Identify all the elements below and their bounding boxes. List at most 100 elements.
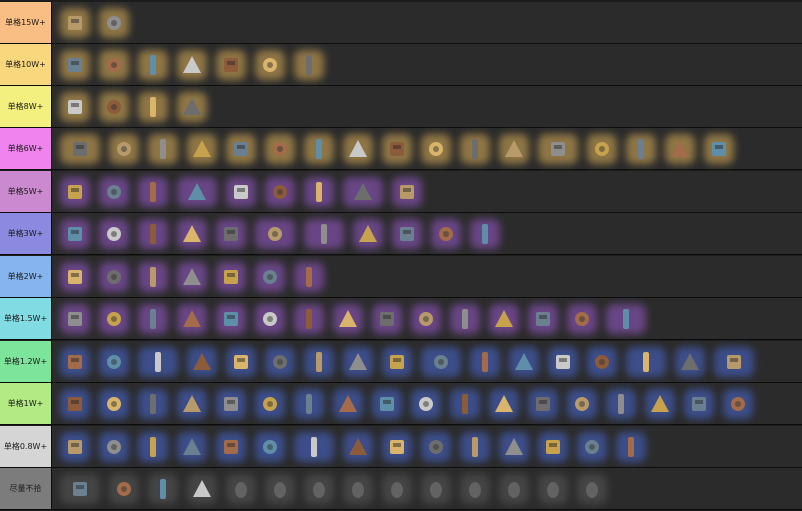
server-icon[interactable] [58, 132, 102, 166]
fork-icon[interactable] [97, 302, 131, 336]
map-icon[interactable] [380, 345, 414, 379]
sticker-icon[interactable] [575, 430, 609, 464]
car-battery-icon[interactable] [175, 302, 209, 336]
ghost-10-icon[interactable] [575, 472, 609, 506]
vial-icon[interactable] [185, 132, 219, 166]
tube-icon[interactable] [224, 175, 258, 209]
bottle-icon[interactable] [224, 132, 258, 166]
cross-icon[interactable] [224, 345, 258, 379]
lens-icon[interactable] [253, 217, 297, 251]
clock-icon[interactable] [253, 302, 287, 336]
cake-icon[interactable] [702, 132, 736, 166]
statue-icon[interactable] [341, 132, 375, 166]
gem-icon[interactable] [263, 132, 297, 166]
candle-icon[interactable] [302, 175, 336, 209]
panel-icon[interactable] [136, 345, 180, 379]
lighter-icon[interactable] [370, 387, 404, 421]
pyramid-icon[interactable] [468, 217, 502, 251]
toolbox-icon[interactable] [136, 387, 170, 421]
knife-icon[interactable] [97, 217, 131, 251]
tablet-icon[interactable] [175, 48, 209, 82]
ghost-8-icon[interactable] [497, 472, 531, 506]
pin-icon[interactable] [468, 345, 502, 379]
dagger-icon[interactable] [292, 260, 326, 294]
can-icon[interactable] [409, 302, 443, 336]
tray-icon[interactable] [263, 345, 297, 379]
trophy-icon[interactable] [214, 302, 248, 336]
cup-icon[interactable] [58, 345, 92, 379]
battery-icon[interactable] [497, 132, 531, 166]
bucket-icon[interactable] [409, 387, 443, 421]
binoculars-icon[interactable] [175, 217, 209, 251]
grill-icon[interactable] [487, 387, 521, 421]
board-icon[interactable] [302, 217, 346, 251]
pen-icon[interactable] [58, 260, 92, 294]
scroll-icon[interactable] [624, 345, 668, 379]
scope-icon[interactable] [331, 302, 365, 336]
jar-icon[interactable] [136, 302, 170, 336]
filter-icon[interactable] [185, 345, 219, 379]
hammer-icon[interactable] [331, 387, 365, 421]
bag-icon[interactable] [175, 175, 219, 209]
box-icon[interactable] [146, 132, 180, 166]
monitor-icon[interactable] [107, 472, 141, 506]
scanner-icon[interactable] [292, 430, 336, 464]
mushroom-lamp-icon[interactable] [136, 48, 170, 82]
ghost-1-icon[interactable] [224, 472, 258, 506]
tool-icon[interactable] [253, 430, 287, 464]
slate-icon[interactable] [175, 387, 209, 421]
bell-icon[interactable] [58, 175, 92, 209]
crown-icon[interactable] [341, 175, 385, 209]
stapler-icon[interactable] [536, 430, 570, 464]
rail-icon[interactable] [712, 345, 756, 379]
usb-icon[interactable] [624, 132, 658, 166]
radio-icon[interactable] [136, 90, 170, 124]
gold-box-icon[interactable] [97, 6, 131, 40]
tape-icon[interactable] [604, 387, 638, 421]
drone-icon[interactable] [58, 48, 92, 82]
bottle-small-icon[interactable] [614, 430, 648, 464]
bottle-red-icon[interactable] [185, 472, 219, 506]
owl-icon[interactable] [419, 132, 453, 166]
ghost-9-icon[interactable] [536, 472, 570, 506]
ghost-7-icon[interactable] [458, 472, 492, 506]
flask-small-icon[interactable] [546, 345, 580, 379]
eraser-icon[interactable] [565, 387, 599, 421]
ghost-3-icon[interactable] [302, 472, 336, 506]
safe-icon[interactable] [302, 132, 336, 166]
marker-icon[interactable] [214, 260, 248, 294]
shell-icon[interactable] [136, 260, 170, 294]
flask-icon[interactable] [58, 90, 92, 124]
keyboard-icon[interactable] [97, 345, 131, 379]
coin-icon[interactable] [97, 175, 131, 209]
ghost-5-icon[interactable] [380, 472, 414, 506]
drone-small-icon[interactable] [458, 132, 492, 166]
tap-icon[interactable] [341, 345, 375, 379]
radio-small-icon[interactable] [497, 430, 531, 464]
vase-icon[interactable] [292, 302, 326, 336]
egg-icon[interactable] [663, 132, 697, 166]
ghost-2-icon[interactable] [263, 472, 297, 506]
cigar-icon[interactable] [487, 302, 521, 336]
disc-icon[interactable] [565, 302, 599, 336]
chip-icon[interactable] [380, 132, 414, 166]
hard-drive-icon[interactable] [107, 132, 141, 166]
ring-icon[interactable] [175, 430, 209, 464]
fan-icon[interactable] [302, 345, 336, 379]
camera-icon[interactable] [58, 6, 92, 40]
drive-icon[interactable] [175, 90, 209, 124]
leaf-icon[interactable] [136, 430, 170, 464]
mask-icon[interactable] [448, 387, 482, 421]
syringe-icon[interactable] [448, 302, 482, 336]
soda-icon[interactable] [390, 175, 424, 209]
chip-small-icon[interactable] [97, 430, 131, 464]
pump-icon[interactable] [253, 387, 287, 421]
phone-icon[interactable] [585, 132, 619, 166]
screw-icon[interactable] [97, 260, 131, 294]
badge-icon[interactable] [58, 217, 92, 251]
idol-icon[interactable] [136, 175, 170, 209]
rod-icon[interactable] [419, 430, 453, 464]
blade-icon[interactable] [390, 217, 424, 251]
drill-icon[interactable] [604, 302, 648, 336]
wrench-icon[interactable] [429, 217, 463, 251]
